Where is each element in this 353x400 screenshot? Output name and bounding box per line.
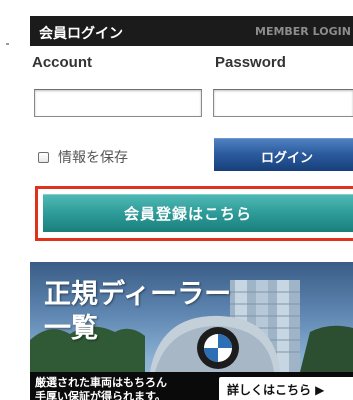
login-button[interactable]: ログイン (214, 138, 353, 171)
banner-title-line2: 一覧 (44, 313, 98, 344)
save-info-checkbox[interactable] (38, 151, 49, 163)
register-highlight-frame: 会員登録はこちら (35, 186, 353, 241)
save-info-label: 情報を保存 (58, 150, 128, 166)
account-label: Account (32, 54, 92, 71)
login-subtitle: MEMBER LOGIN (255, 25, 351, 38)
dealer-banner[interactable]: 正規ディーラー 一覧 厳選された車両はもちろん 手厚い保証が得られます。 詳しく… (30, 262, 353, 400)
banner-title-line1: 正規ディーラー (44, 279, 232, 310)
register-button[interactable]: 会員登録はこちら (43, 194, 353, 232)
login-title: 会員ログイン (39, 26, 123, 42)
password-label: Password (215, 54, 286, 71)
save-info-row[interactable]: 情報を保存 (38, 148, 128, 166)
details-button[interactable]: 詳しくはこちら ▶ (219, 377, 353, 400)
password-input[interactable] (213, 89, 353, 117)
banner-caption-line1: 厳選された車両はもちろん (35, 376, 167, 389)
member-login-panel: 会員ログイン MEMBER LOGIN Account Password 情報を… (30, 0, 353, 400)
login-header: 会員ログイン MEMBER LOGIN (30, 16, 353, 46)
banner-caption-line2: 手厚い保証が得られます。 (35, 390, 166, 400)
banner-caption-bar: 厳選された車両はもちろん 手厚い保証が得られます。 詳しくはこちら ▶ (30, 372, 353, 400)
account-input[interactable] (34, 89, 202, 117)
banner-caption: 厳選された車両はもちろん 手厚い保証が得られます。 (35, 376, 167, 400)
login-button-label: ログイン (261, 151, 314, 166)
register-button-label: 会員登録はこちら (124, 205, 253, 223)
details-button-label: 詳しくはこちら ▶ (227, 383, 325, 397)
banner-title: 正規ディーラー 一覧 (44, 278, 231, 346)
bullet-dot (6, 43, 9, 45)
